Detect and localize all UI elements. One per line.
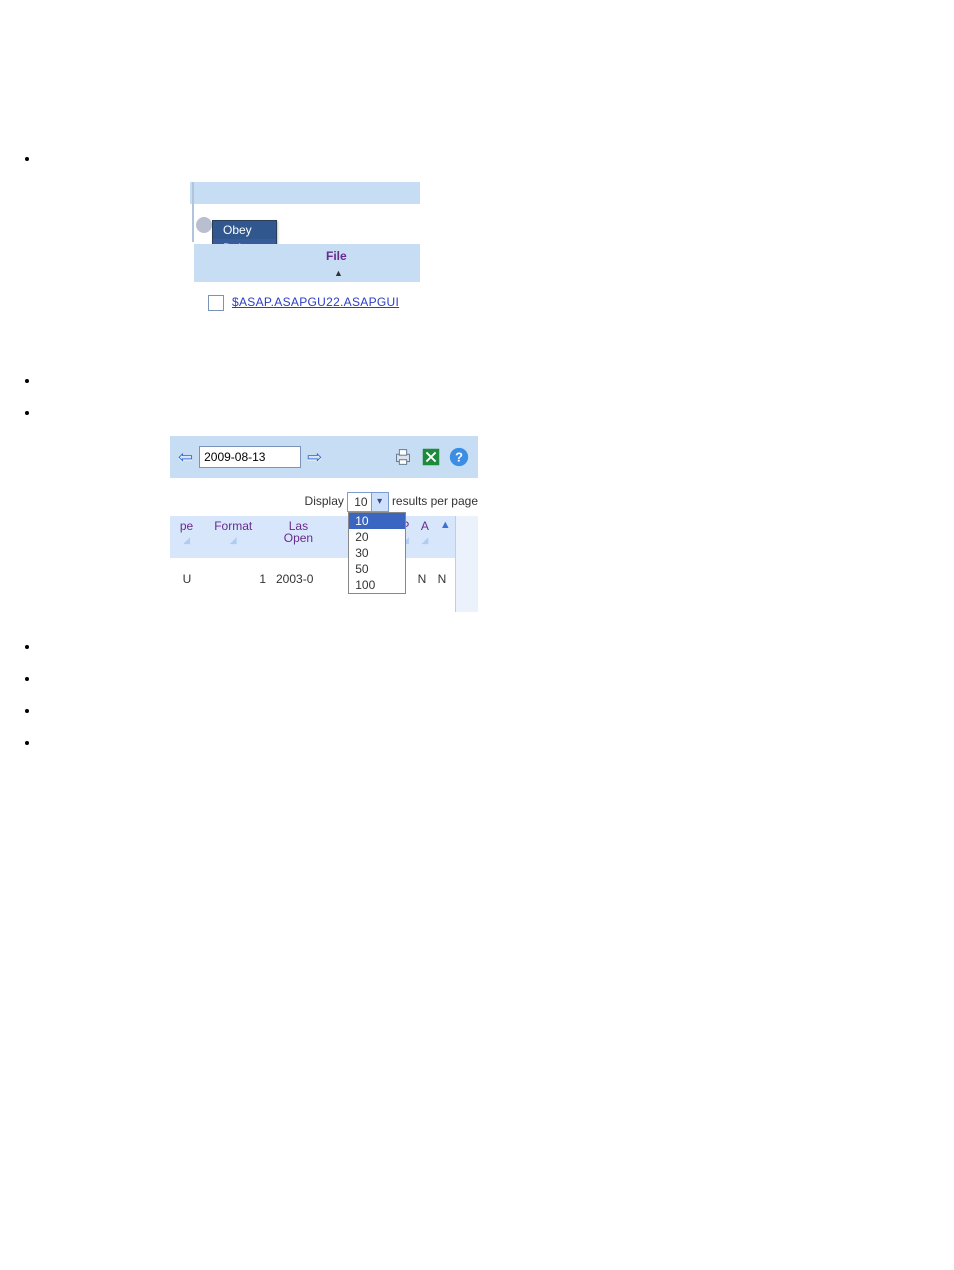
- chevron-down-icon: ▾: [371, 493, 388, 511]
- results-per-page-control: Display 10 ▾ 10 20 30 50 100 results per…: [305, 492, 478, 512]
- menu-item-obey[interactable]: Obey: [213, 221, 276, 239]
- bullet-6: [40, 702, 954, 720]
- bullet-7: [40, 734, 954, 752]
- previous-button[interactable]: ⇦: [178, 447, 193, 468]
- sort-ascending-icon: ▲: [334, 268, 343, 278]
- table-row: U 1 2003-0 N N N N: [170, 568, 456, 590]
- file-link[interactable]: $ASAP.ASAPGU22.ASAPGUI: [232, 295, 399, 309]
- panel-border: [192, 182, 194, 242]
- cell-a: N: [432, 572, 452, 586]
- column-header-last-open[interactable]: LasOpen: [263, 516, 333, 545]
- bullet-4: [40, 638, 954, 656]
- scroll-up-icon[interactable]: ▲: [435, 516, 456, 531]
- option-10[interactable]: 10: [349, 513, 405, 529]
- select-value: 10: [354, 495, 367, 509]
- cell-format: 1: [204, 572, 276, 586]
- gear-icon[interactable]: [196, 217, 212, 233]
- cell-p: N: [412, 572, 432, 586]
- display-suffix: results per page: [392, 494, 478, 508]
- svg-text:?: ?: [455, 450, 463, 465]
- display-label: Display: [305, 494, 344, 508]
- bullet-2: [40, 372, 954, 390]
- column-header-a[interactable]: A◢: [415, 516, 434, 546]
- column-header-format[interactable]: Format◢: [203, 516, 263, 546]
- table-header-row: pe◢ Format◢ LasOpen L◢ P◢ A◢ ▲: [170, 516, 456, 558]
- screenshot-context-menu: Obey Delete File ▲ $ASAP.ASAPGU22.ASAPGU…: [190, 182, 420, 332]
- column-header-file[interactable]: File: [326, 249, 347, 263]
- results-select[interactable]: 10 ▾ 10 20 30 50 100: [347, 492, 388, 512]
- option-30[interactable]: 30: [349, 545, 405, 561]
- results-dropdown: 10 20 30 50 100: [348, 512, 406, 594]
- toolbar: ⇦ ⇨ ?: [170, 436, 478, 478]
- table-header-bar: [194, 244, 420, 282]
- bullet-3: [40, 404, 954, 422]
- vertical-scrollbar[interactable]: [455, 516, 478, 612]
- option-50[interactable]: 50: [349, 561, 405, 577]
- cell-last-open: 2003-0: [276, 572, 348, 586]
- date-input[interactable]: [199, 446, 301, 468]
- print-icon[interactable]: [392, 446, 414, 468]
- cell-pe: U: [170, 572, 204, 586]
- column-header-pe[interactable]: pe◢: [170, 516, 203, 546]
- bullet-5: [40, 670, 954, 688]
- screenshot-pager-toolbar: ⇦ ⇨ ? Display 10 ▾ 10 20 30 50 100 resul…: [170, 436, 478, 612]
- row-checkbox[interactable]: [208, 295, 224, 311]
- bullet-1: [40, 150, 954, 168]
- window-topbar: [190, 182, 420, 204]
- help-icon[interactable]: ?: [448, 446, 470, 468]
- next-button[interactable]: ⇨: [307, 447, 322, 468]
- excel-icon[interactable]: [420, 446, 442, 468]
- option-100[interactable]: 100: [349, 577, 405, 593]
- option-20[interactable]: 20: [349, 529, 405, 545]
